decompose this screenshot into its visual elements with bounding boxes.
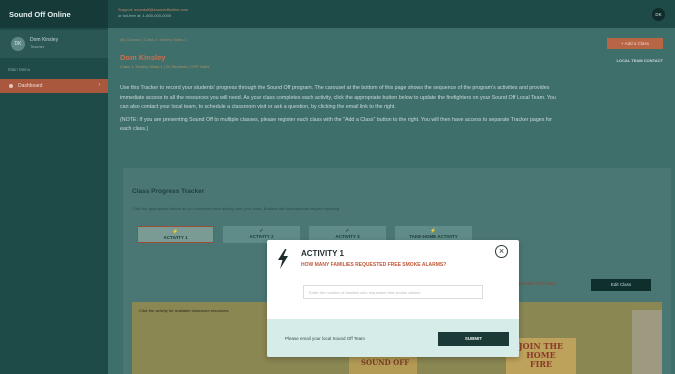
sidebar-item-dashboard[interactable]: Dashboard › — [0, 79, 108, 93]
activity-tab-label: TAKE-HOME ACTIVITY — [409, 234, 458, 239]
main-menu-heading: Main Menu — [8, 67, 31, 72]
resource-thumbnail[interactable] — [632, 310, 662, 374]
class-info: Class 1: Kinsley Klass 1 | 20 Students |… — [120, 64, 210, 69]
sidebar-item-label: Dashboard — [18, 83, 43, 89]
account-avatar[interactable]: DK — [652, 8, 665, 21]
support-phone: or toll-free at: 1-800-000-0000 — [118, 13, 172, 18]
activity-report-modal: ACTIVITY 1 HOW MANY FAMILIES REQUESTED F… — [267, 240, 519, 357]
user-name: Dom Kinsley — [30, 37, 59, 43]
email-local-team-link[interactable]: Please email your local Sound Off Team — [285, 336, 365, 341]
submit-button[interactable]: SUBMIT — [438, 332, 509, 346]
tracker-help: Click the appropriate button as you comp… — [132, 206, 341, 211]
add-class-button[interactable]: + Add a Class — [607, 38, 663, 49]
panel-help: Click the activity for available classro… — [139, 308, 230, 313]
sidebar: Sound Off Online DK Dom Kinsley Teacher … — [0, 0, 108, 374]
tracker-title: Class Progress Tracker — [132, 188, 205, 195]
activity-tab-label: ACTIVITY 2 — [249, 234, 274, 239]
poster-title: SOUND OFF — [361, 358, 410, 367]
activity-tab-label: ACTIVITY 3 — [335, 234, 360, 239]
close-icon[interactable]: × — [495, 245, 508, 258]
intro-text: Use this Tracker to record your students… — [120, 84, 560, 135]
user-role: Teacher — [30, 44, 45, 49]
delete-class-link[interactable]: ● Delete this Class — [518, 281, 556, 286]
avatar: DK — [11, 37, 25, 51]
modal-title: ACTIVITY 1 — [301, 249, 344, 258]
poster-title: JOIN THE HOME FIRE — [518, 341, 564, 369]
user-block[interactable]: DK Dom Kinsley Teacher — [0, 30, 108, 58]
intro-paragraph: Use this Tracker to record your students… — [120, 85, 556, 110]
breadcrumb[interactable]: My Classes | Class 1: Kinsley Klass 1 — [120, 37, 187, 42]
app-title: Sound Off Online — [0, 0, 108, 28]
activity-tab-label: ACTIVITY 1 — [163, 235, 188, 240]
modal-footer: Please email your local Sound Off Team S… — [267, 319, 519, 357]
local-team-contact-link[interactable]: LOCAL TEAM CONTACT — [616, 58, 663, 63]
sound-off-poster[interactable]: SOUND OFF — [349, 355, 417, 374]
smoke-alarm-count-input[interactable] — [303, 285, 483, 299]
support-email-link[interactable]: Support: soundoff@soundoffonline.com — [118, 7, 188, 12]
thunderbolt-icon — [278, 249, 288, 269]
chevron-right-icon: › — [98, 82, 100, 88]
dashboard-icon — [9, 84, 13, 88]
intro-note: (NOTE: If you are presenting Sound Off t… — [120, 116, 553, 133]
modal-question: HOW MANY FAMILIES REQUESTED FREE SMOKE A… — [301, 262, 447, 268]
top-bar: Support: soundoff@soundoffonline.com or … — [108, 0, 675, 28]
page-title: Dom Kinsley — [120, 53, 166, 62]
edit-class-button[interactable]: Edit Class — [591, 279, 651, 291]
delete-class-label: Delete this Class — [521, 281, 556, 286]
activity-1-tab[interactable]: ⚡ ACTIVITY 1 — [137, 226, 214, 243]
